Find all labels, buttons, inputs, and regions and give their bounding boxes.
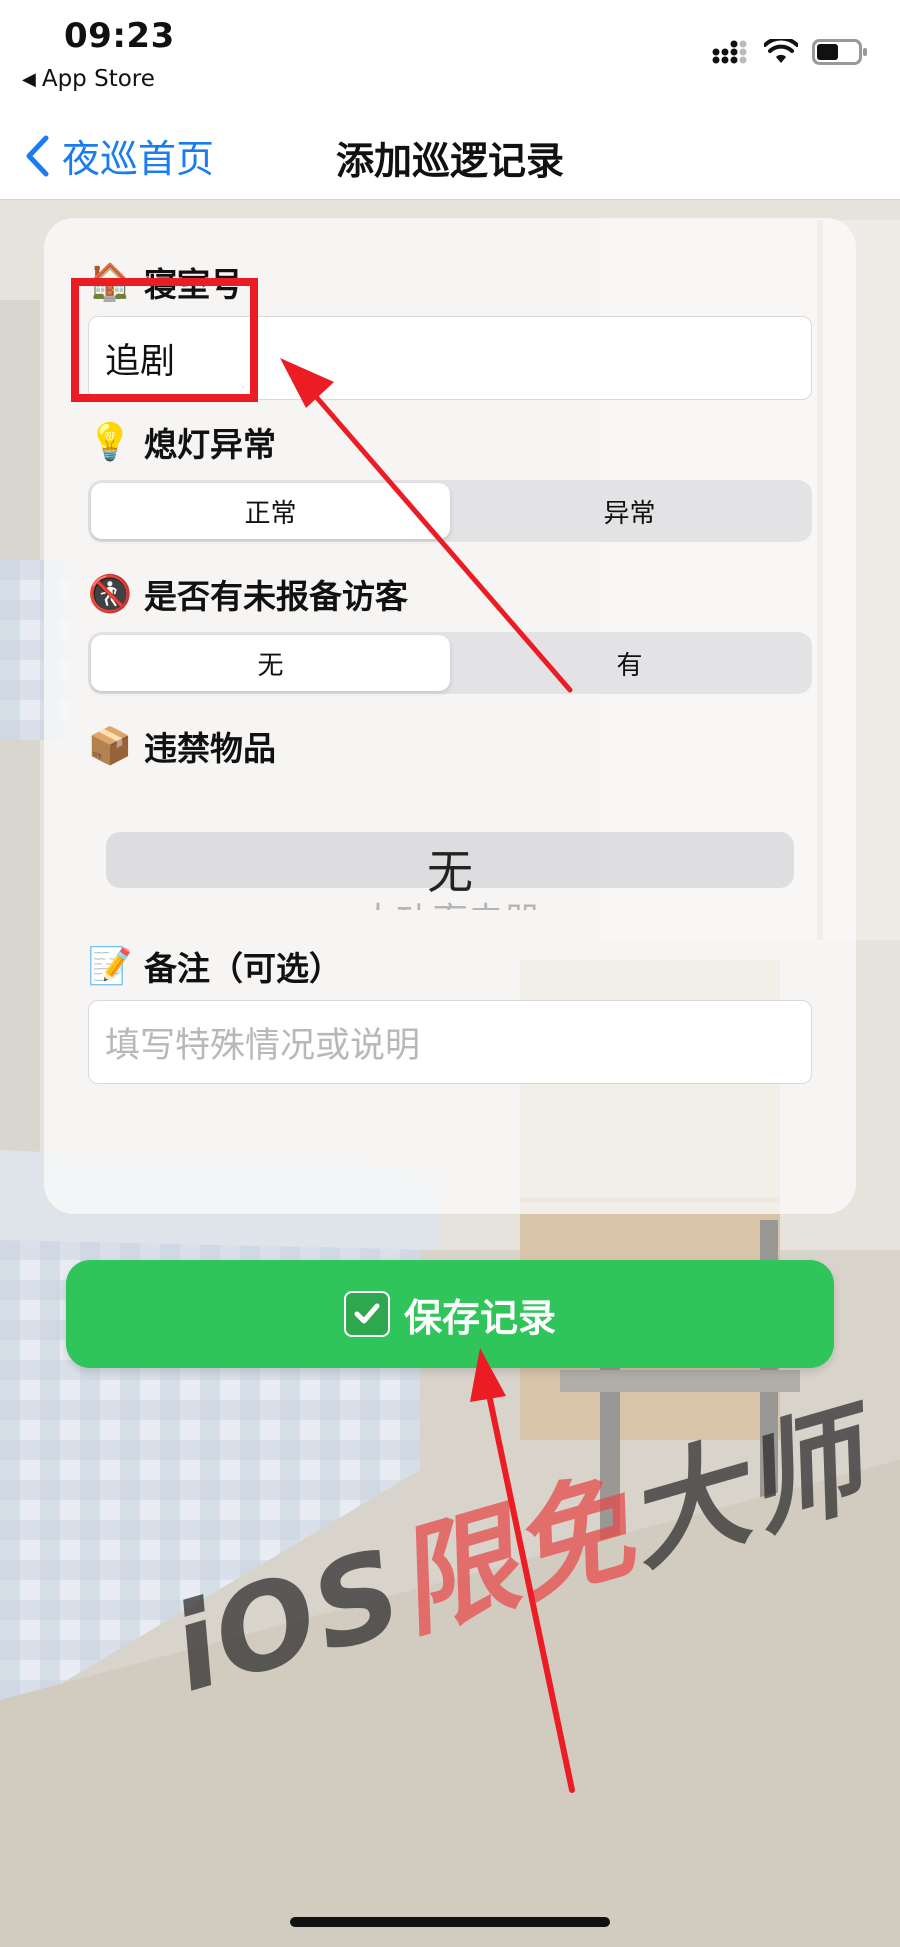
contraband-label: 违禁物品 — [144, 729, 276, 768]
notes-label: 备注（可选） — [144, 949, 342, 988]
check-mark-icon — [343, 1291, 390, 1337]
lights-out-option-abnormal[interactable]: 异常 — [450, 483, 809, 539]
back-triangle-icon: ◀ — [22, 68, 36, 90]
save-record-label: 保存记录 — [403, 1295, 556, 1340]
page-title: 添加巡逻记录 — [335, 139, 564, 183]
visitor-option-none[interactable]: 无 — [91, 635, 450, 691]
lights-out-segmented-control[interactable]: 正常 异常 — [88, 480, 812, 542]
status-time: 09:23 — [64, 16, 175, 56]
cellular-signal-icon — [712, 40, 747, 64]
lightbulb-icon: 💡 — [87, 422, 133, 463]
battery-icon — [812, 39, 867, 65]
wifi-icon — [764, 39, 798, 63]
visitor-segmented-control[interactable]: 无 有 — [88, 632, 812, 694]
visitor-label: 是否有未报备访客 — [144, 577, 408, 616]
annotation-highlight-box — [71, 278, 258, 402]
lights-out-option-normal[interactable]: 正常 — [91, 483, 450, 539]
visitor-label-row: 🚷 是否有未报备访客 — [88, 570, 408, 618]
back-app-label: App Store — [41, 66, 155, 92]
save-record-button[interactable]: 保存记录 — [66, 1260, 834, 1368]
lights-out-label-row: 💡 熄灯异常 — [88, 418, 276, 466]
notes-field[interactable]: 填写特殊情况或说明 — [88, 1000, 812, 1084]
package-icon: 📦 — [87, 726, 133, 767]
contraband-wheel-picker[interactable]: 无 大功率电器 — [106, 814, 794, 910]
contraband-label-row: 📦 违禁物品 — [88, 722, 276, 770]
visitor-option-yes[interactable]: 有 — [450, 635, 809, 691]
notes-placeholder: 填写特殊情况或说明 — [105, 1025, 421, 1066]
no-pedestrians-icon: 🚷 — [87, 574, 133, 615]
back-to-app-store-link[interactable]: ◀ App Store — [22, 66, 155, 92]
picker-next-option[interactable]: 大功率电器 — [106, 892, 794, 910]
notes-label-row: 📝 备注（可选） — [88, 942, 342, 990]
status-icons — [712, 38, 868, 66]
status-bar: 09:23 ◀ App Store — [0, 0, 900, 100]
home-indicator[interactable] — [290, 1917, 610, 1927]
lights-out-label: 熄灯异常 — [144, 425, 276, 464]
memo-icon: 📝 — [87, 946, 133, 987]
navigation-bar: 夜巡首页 添加巡逻记录 — [0, 100, 900, 200]
